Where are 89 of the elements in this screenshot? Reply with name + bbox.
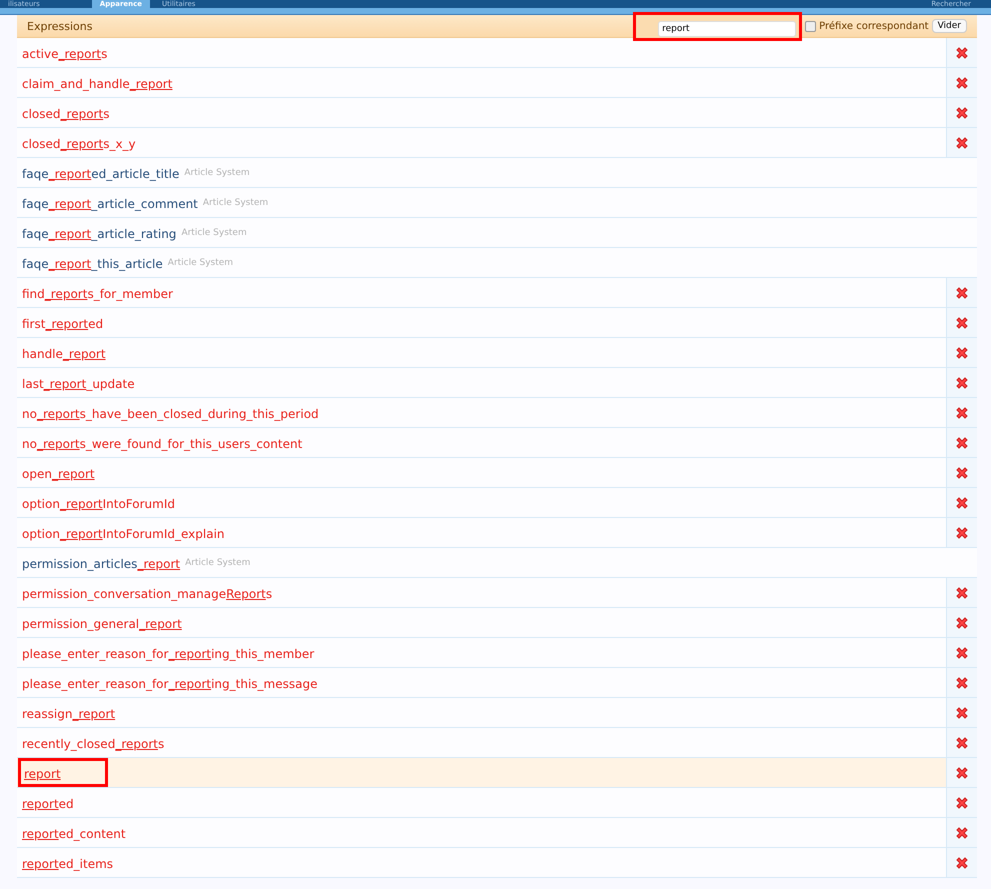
phrase-link[interactable]: closed_reports_x_y xyxy=(22,137,136,151)
phrase-link[interactable]: active_reports xyxy=(22,47,108,61)
clear-button[interactable]: Vider xyxy=(932,19,967,33)
delete-icon[interactable] xyxy=(955,436,969,450)
list-row[interactable]: open_report xyxy=(17,458,977,488)
delete-icon[interactable] xyxy=(955,676,969,690)
delete-icon[interactable] xyxy=(955,286,969,300)
delete-icon[interactable] xyxy=(955,826,969,840)
addon-label: Article System xyxy=(168,258,234,268)
phrase-link[interactable]: closed_reports xyxy=(22,107,110,121)
phrase-link[interactable]: find_reports_for_member xyxy=(22,287,173,301)
search-field[interactable]: report xyxy=(658,20,796,36)
list-row[interactable]: no_reports_have_been_closed_during_this_period xyxy=(17,398,977,428)
list-row[interactable]: first_reported xyxy=(17,308,977,338)
addon-label: Article System xyxy=(184,168,250,178)
list-row[interactable]: active_reports xyxy=(17,38,977,68)
delete-icon[interactable] xyxy=(955,76,969,90)
delete-icon[interactable] xyxy=(955,316,969,330)
list-row[interactable]: reported_content xyxy=(17,818,977,848)
list-row[interactable]: permission_articles_report Article System xyxy=(17,548,977,578)
list-row[interactable]: closed_reports xyxy=(17,98,977,128)
phrase-link[interactable]: permission_conversation_manageReports xyxy=(22,587,272,601)
list-row[interactable]: reported xyxy=(17,788,977,818)
phrase-link[interactable]: no_reports_were_found_for_this_users_content xyxy=(22,437,302,451)
list-row[interactable]: find_reports_for_member xyxy=(17,278,977,308)
delete-icon[interactable] xyxy=(955,376,969,390)
phrase-link[interactable]: open_report xyxy=(22,467,95,481)
phrase-link[interactable]: claim_and_handle_report xyxy=(22,77,172,91)
delete-icon[interactable] xyxy=(955,796,969,810)
list-row[interactable]: report xyxy=(17,758,977,788)
list-row[interactable]: last_report_update xyxy=(17,368,977,398)
phrase-link[interactable]: faqe_reported_article_title xyxy=(22,167,180,181)
phrase-link[interactable]: faqe_report_this_article xyxy=(22,257,163,271)
list-row[interactable]: no_reports_were_found_for_this_users_content xyxy=(17,428,977,458)
addon-label: Article System xyxy=(185,558,250,568)
delete-icon[interactable] xyxy=(955,856,969,870)
delete-icon[interactable] xyxy=(955,766,969,780)
list-row[interactable]: option_reportIntoForumId_explain xyxy=(17,518,977,548)
checkbox[interactable] xyxy=(805,20,816,32)
list-row[interactable]: faqe_reported_article_title Article System xyxy=(17,158,977,188)
list-row[interactable]: faqe_report_article_rating Article System xyxy=(17,218,977,248)
list-row[interactable]: handle_report xyxy=(17,338,977,368)
phrase-link[interactable]: please_enter_reason_for_reporting_this_member xyxy=(22,647,314,661)
list-row[interactable]: faqe_report_article_comment Article System xyxy=(17,188,977,218)
delete-icon[interactable] xyxy=(955,136,969,150)
list-row[interactable]: reported_items xyxy=(17,848,977,878)
phrase-link[interactable]: reported_content xyxy=(22,827,126,841)
checkbox-label: Préfixe correspondant xyxy=(819,20,929,32)
phrase-link[interactable]: faqe_report_article_rating xyxy=(22,227,176,241)
delete-icon[interactable] xyxy=(955,616,969,630)
list-row[interactable]: faqe_report_this_article Article System xyxy=(17,248,977,278)
list-row[interactable]: claim_and_handle_report xyxy=(17,68,977,98)
addon-label: Article System xyxy=(181,228,247,238)
list-row[interactable]: closed_reports_x_y xyxy=(17,128,977,158)
phrase-link[interactable]: reported_items xyxy=(22,857,114,871)
delete-icon[interactable] xyxy=(955,526,969,540)
delete-icon[interactable] xyxy=(955,646,969,660)
phrase-link[interactable]: handle_report xyxy=(22,347,106,361)
phrase-link[interactable]: option_reportIntoForumId xyxy=(22,497,176,511)
list-row[interactable]: permission_conversation_manageReports xyxy=(17,578,977,608)
list-row[interactable]: permission_general_report xyxy=(17,608,977,638)
delete-icon[interactable] xyxy=(955,496,969,510)
phrase-link[interactable]: reported xyxy=(22,797,74,811)
phrase-link[interactable]: please_enter_reason_for_reporting_this_message xyxy=(22,677,318,691)
delete-icon[interactable] xyxy=(955,466,969,480)
list-row[interactable]: recently_closed_reports xyxy=(17,728,977,758)
phrase-link[interactable]: option_reportIntoForumId_explain xyxy=(22,527,225,541)
delete-icon[interactable] xyxy=(955,346,969,360)
list-row[interactable]: please_enter_reason_for_reporting_this_member xyxy=(17,638,977,668)
list-row[interactable]: option_reportIntoForumId xyxy=(17,488,977,518)
phrase-link[interactable]: report xyxy=(24,767,61,781)
phrase-link[interactable]: reassign_report xyxy=(22,707,116,721)
phrase-link[interactable]: last_report_update xyxy=(22,377,135,391)
delete-icon[interactable] xyxy=(955,736,969,750)
delete-icon[interactable] xyxy=(955,46,969,60)
list-row[interactable]: reassign_report xyxy=(17,698,977,728)
header-title: Expressions xyxy=(27,20,92,32)
phrase-link[interactable]: first_reported xyxy=(22,317,104,331)
phrase-link[interactable]: permission_articles_report xyxy=(22,557,180,571)
delete-icon[interactable] xyxy=(955,586,969,600)
delete-icon[interactable] xyxy=(955,706,969,720)
list-row[interactable]: please_enter_reason_for_reporting_this_message xyxy=(17,668,977,698)
phrase-link[interactable]: permission_general_report xyxy=(22,617,182,631)
delete-icon[interactable] xyxy=(955,406,969,420)
phrase-link[interactable]: recently_closed_reports xyxy=(22,737,164,751)
delete-icon[interactable] xyxy=(955,106,969,120)
phrase-link[interactable]: faqe_report_article_comment xyxy=(22,197,198,211)
addon-label: Article System xyxy=(202,198,268,208)
phrase-link[interactable]: no_reports_have_been_closed_during_this_period xyxy=(22,407,319,421)
